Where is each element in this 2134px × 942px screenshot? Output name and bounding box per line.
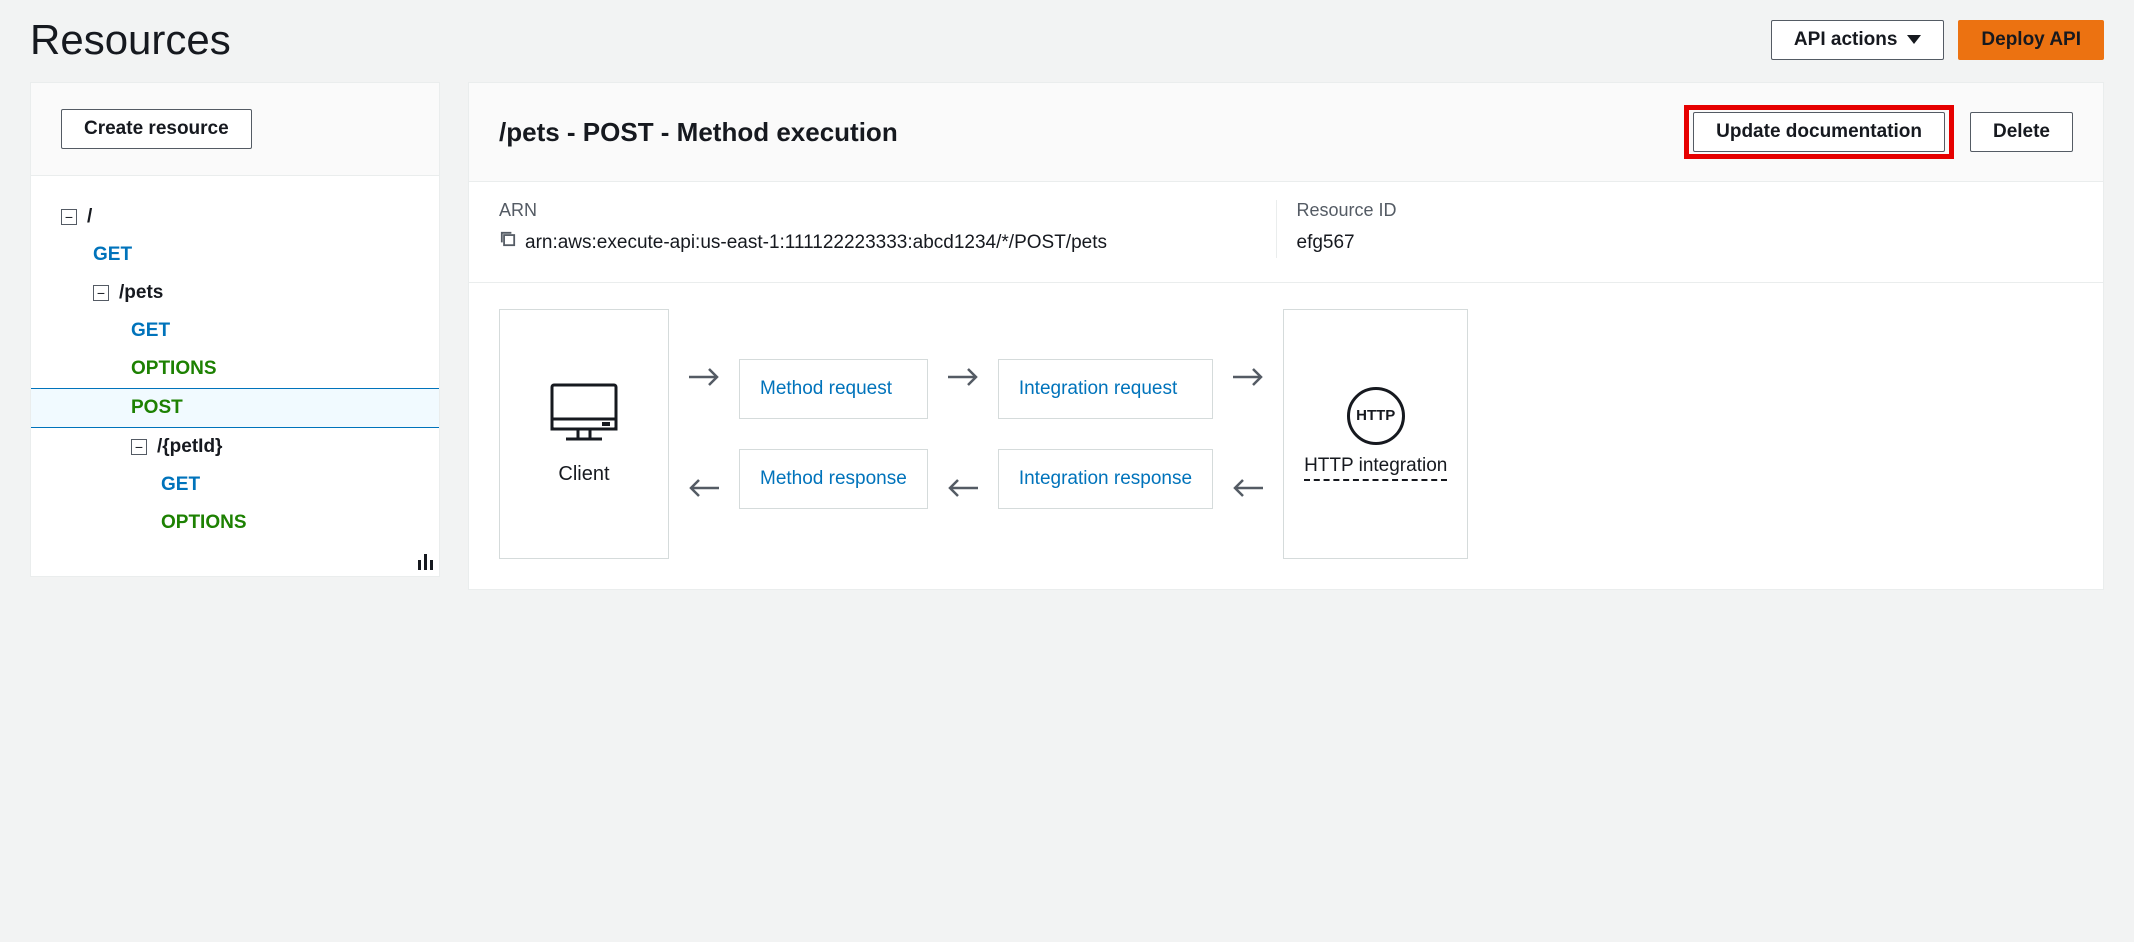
arrow-right-icon [1231, 365, 1265, 392]
http-integration-card: HTTP HTTP integration [1283, 309, 1468, 559]
collapse-icon[interactable]: − [93, 285, 109, 301]
resize-handle-icon[interactable] [418, 554, 433, 570]
resource-tree: − / GET − /pets GET OPTIONS POST − /{pet… [31, 176, 439, 576]
tree-resource-root[interactable]: − / [31, 198, 439, 236]
tree-method-get-pets[interactable]: GET [31, 312, 439, 350]
http-integration-label: HTTP integration [1304, 455, 1447, 481]
delete-button[interactable]: Delete [1970, 112, 2073, 152]
arrow-left-icon [946, 476, 980, 503]
collapse-icon[interactable]: − [61, 209, 77, 225]
arn-value: arn:aws:execute-api:us-east-1:1111222233… [525, 229, 1107, 258]
arn-label: ARN [499, 200, 1256, 221]
method-execution-flow: Client Method request Method response [469, 283, 2103, 589]
page-title: Resources [30, 16, 231, 64]
tree-method-options-petid[interactable]: OPTIONS [31, 504, 439, 542]
client-card: Client [499, 309, 669, 559]
copy-icon[interactable] [499, 229, 517, 258]
method-panel-header: /pets - POST - Method execution Update d… [469, 83, 2103, 182]
method-details: ARN arn:aws:execute-api:us-east-1:111122… [469, 182, 2103, 283]
tree-method-get-petid[interactable]: GET [31, 466, 439, 504]
arrow-left-icon [1231, 476, 1265, 503]
arrow-right-icon [946, 365, 980, 392]
integration-request-card[interactable]: Integration request [998, 359, 1213, 419]
method-title: /pets - POST - Method execution [499, 117, 898, 148]
arrow-right-icon [687, 365, 721, 392]
highlight-annotation: Update documentation [1684, 105, 1954, 159]
create-resource-button[interactable]: Create resource [61, 109, 252, 149]
method-request-card[interactable]: Method request [739, 359, 928, 419]
client-label: Client [558, 463, 609, 486]
method-response-card[interactable]: Method response [739, 449, 928, 509]
api-actions-label: API actions [1794, 29, 1897, 51]
tree-resource-petid[interactable]: − /{petId} [31, 428, 439, 466]
tree-method-get-root[interactable]: GET [31, 236, 439, 274]
resource-id-label: Resource ID [1297, 200, 2054, 221]
collapse-icon[interactable]: − [131, 439, 147, 455]
tree-method-options-pets[interactable]: OPTIONS [31, 350, 439, 388]
header-actions: API actions Deploy API [1771, 20, 2104, 60]
api-actions-button[interactable]: API actions [1771, 20, 1944, 60]
tree-method-post-pets[interactable]: POST [31, 388, 439, 428]
caret-down-icon [1907, 29, 1921, 51]
resource-id-value: efg567 [1297, 229, 2054, 258]
arrow-left-icon [687, 476, 721, 503]
page-header: Resources API actions Deploy API [30, 10, 2104, 82]
resources-sidebar: Create resource − / GET − /pets GET OPTI… [30, 82, 440, 577]
deploy-api-button[interactable]: Deploy API [1958, 20, 2104, 60]
tree-resource-pets[interactable]: − /pets [31, 274, 439, 312]
client-icon [548, 381, 620, 449]
method-panel: /pets - POST - Method execution Update d… [468, 82, 2104, 590]
update-documentation-button[interactable]: Update documentation [1693, 112, 1945, 152]
integration-response-card[interactable]: Integration response [998, 449, 1213, 509]
http-icon: HTTP [1347, 387, 1405, 445]
